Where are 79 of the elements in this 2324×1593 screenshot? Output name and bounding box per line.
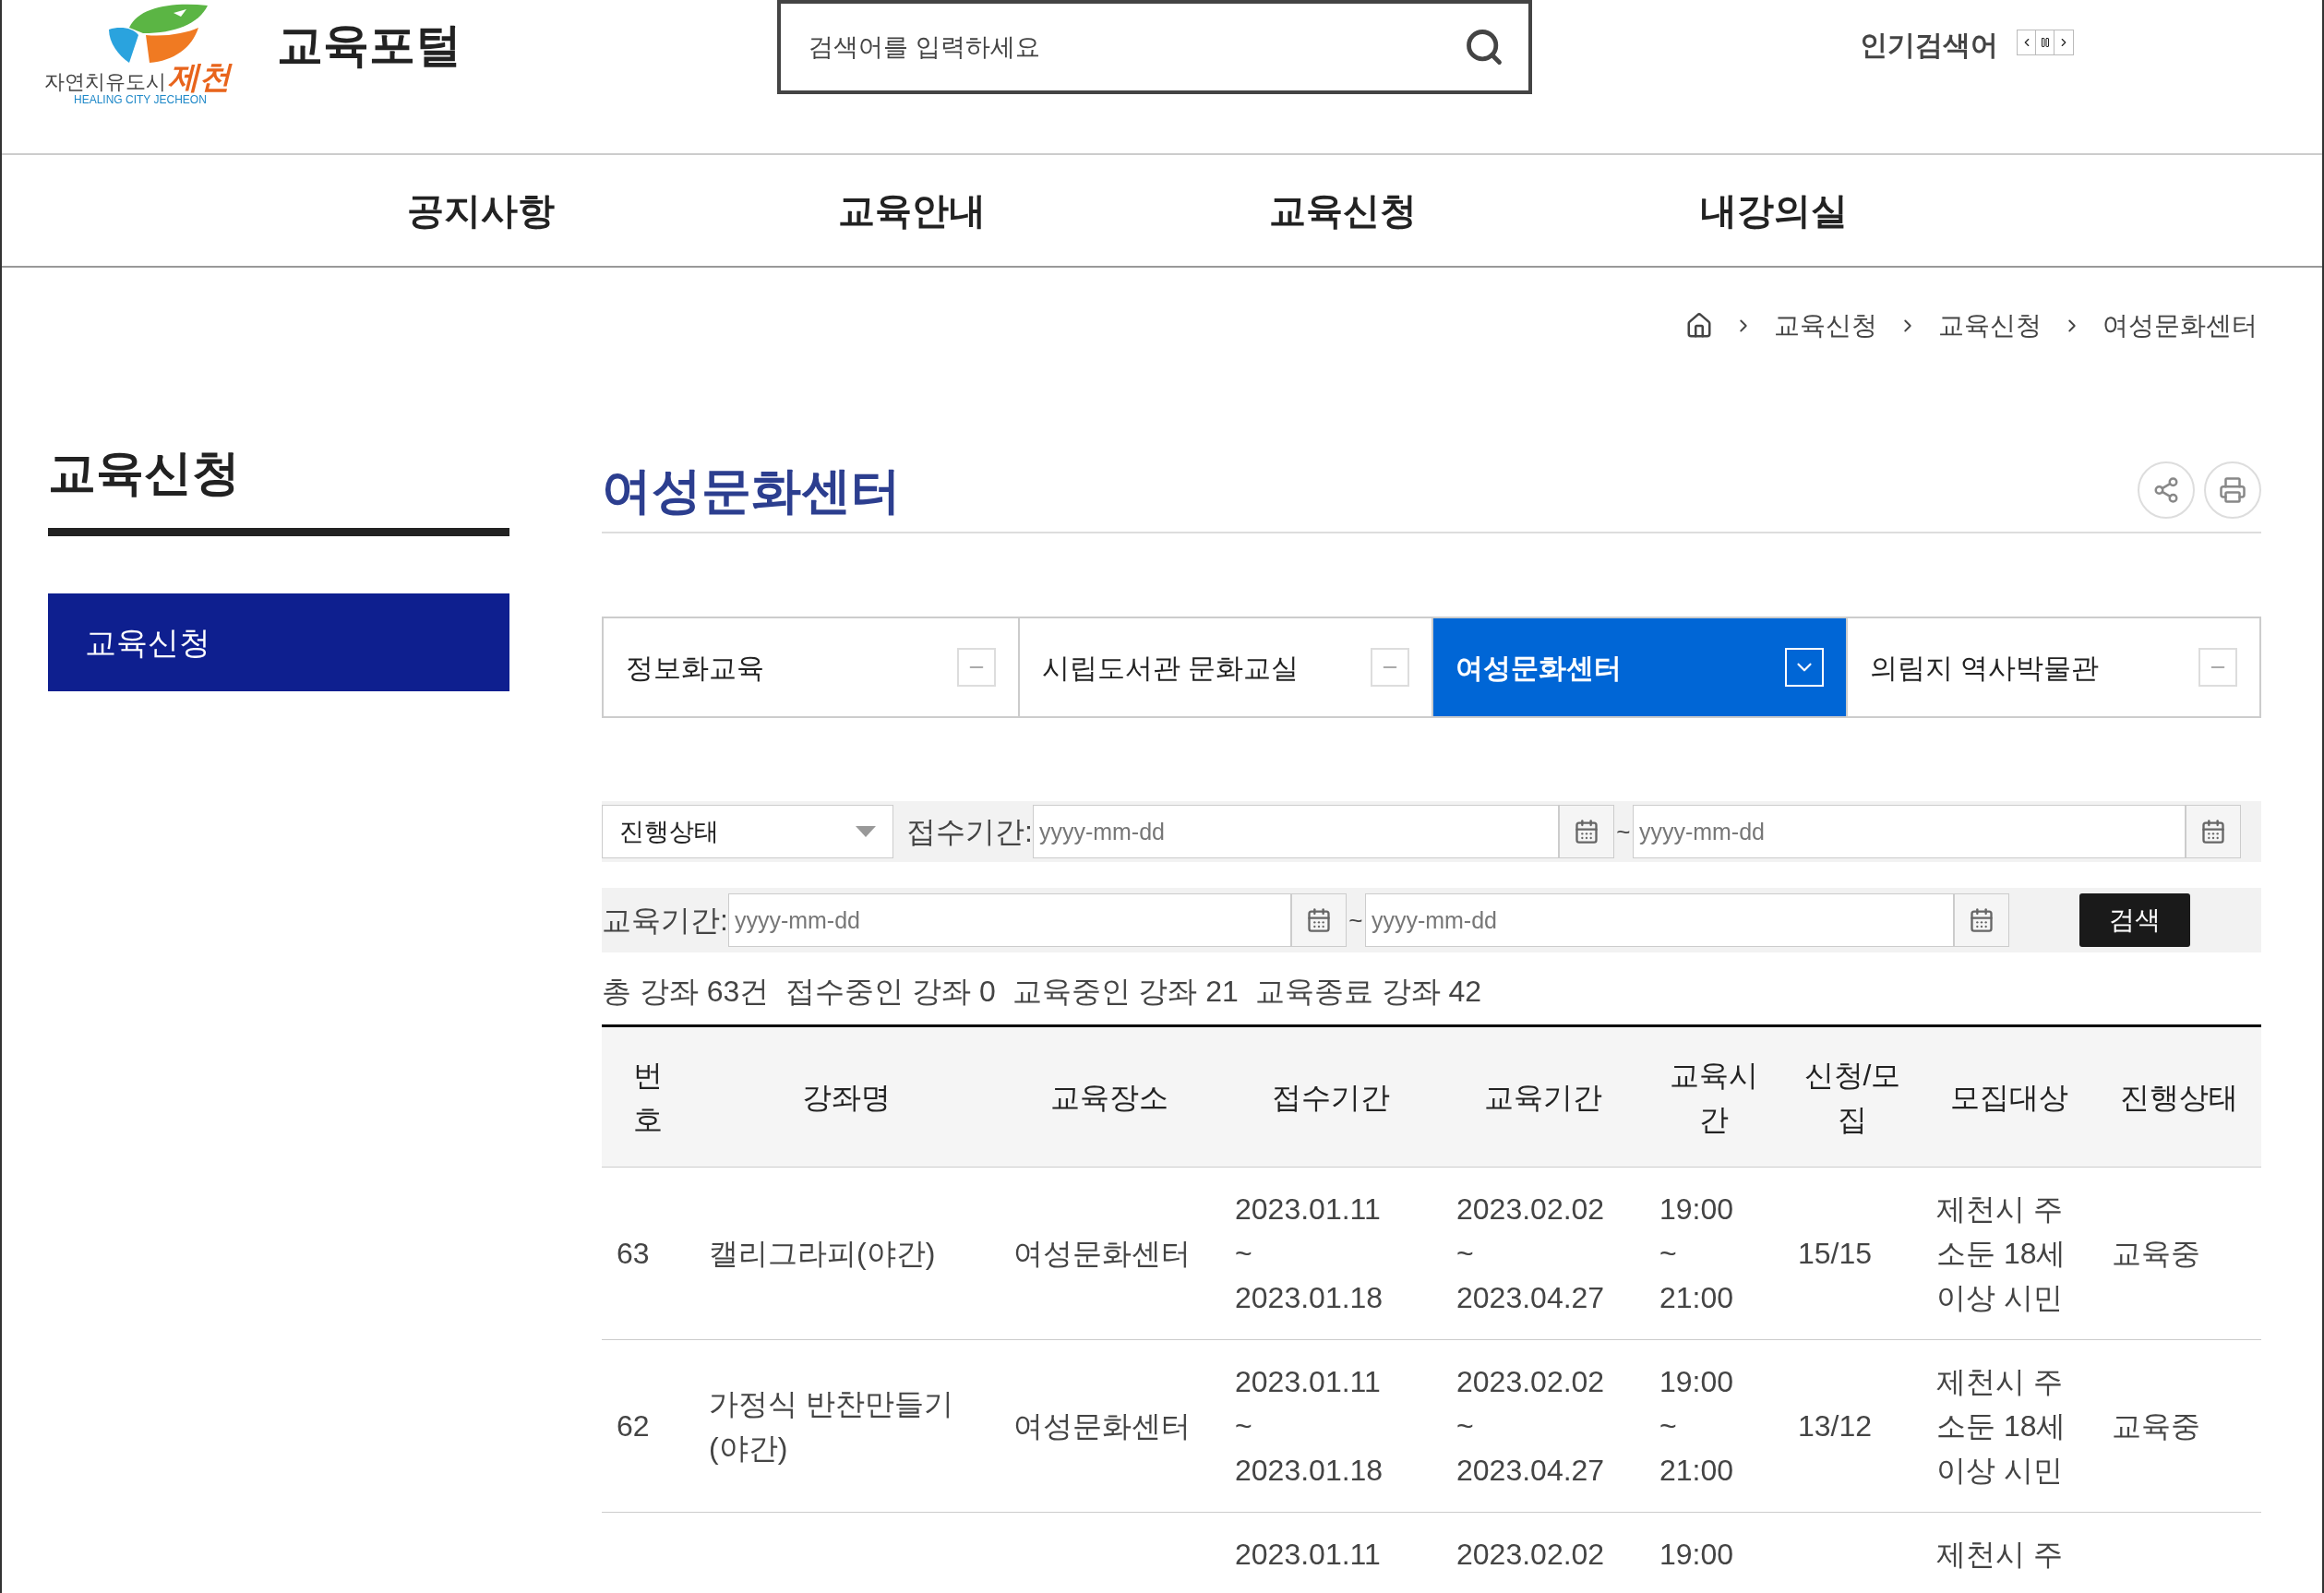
popular-searches-label: 인기검색어 xyxy=(1860,29,1998,62)
course-summary: 총 강좌 63건 접수중인 강좌 0 교육중인 강좌 21 교육종료 강좌 42 xyxy=(602,974,1483,1010)
chevron-down-icon xyxy=(1784,648,1824,687)
column-header: 교육시간 xyxy=(1669,1057,1759,1138)
date-field[interactable]: yyyy-mm-dd xyxy=(1364,893,1954,947)
share-button[interactable] xyxy=(2138,461,2195,519)
column-header: 교육기간 xyxy=(1484,1079,1602,1116)
course-time: 19:00 ~ 21:00 xyxy=(1659,1192,1735,1316)
column-header: 모집대상 xyxy=(1950,1079,2068,1116)
application-period: 2023.01.11 ~ 2023.01.18 xyxy=(1235,1192,1384,1316)
course-time: 19:00 ~ 21:00 xyxy=(1659,1364,1735,1489)
logo-slogan: 자연치유도시 xyxy=(44,72,166,92)
logo-city-name: 제천 xyxy=(168,61,231,92)
home-icon[interactable] xyxy=(1685,312,1713,340)
calendar-button[interactable] xyxy=(1290,893,1347,947)
calendar-icon xyxy=(2199,819,2226,844)
range-separator: ~ xyxy=(1615,816,1632,847)
pause-icon xyxy=(2039,37,2051,48)
column-header: 진행상태 xyxy=(2120,1079,2238,1116)
sidebar-item[interactable]: 교육신청 xyxy=(48,593,509,691)
column-header: 번호 xyxy=(632,1057,664,1138)
tab[interactable]: 여성문화센터 xyxy=(1432,618,1846,716)
dropdown-arrow-icon xyxy=(856,826,876,837)
date-field[interactable]: yyyy-mm-dd xyxy=(1032,805,1559,858)
calendar-button[interactable] xyxy=(1953,893,2009,947)
application-period: 2023.01.11 xyxy=(1235,1537,1382,1573)
search-button[interactable]: 검색 xyxy=(2078,893,2190,947)
logo-subtitle: HEALING CITY JECHEON xyxy=(74,94,207,105)
eligibility: 제천시 주소둔 18세 이상 시민 xyxy=(1936,1192,2067,1316)
minus-icon xyxy=(1371,648,1409,687)
progress-status: 교육중 xyxy=(2112,1408,2200,1444)
calendar-button[interactable] xyxy=(2185,805,2241,858)
calendar-icon xyxy=(1968,907,1995,933)
row-number: 63 xyxy=(617,1236,650,1272)
course-name: 가정식 반찬만들기(야간) xyxy=(709,1386,954,1467)
course-period-label: 교육기간: xyxy=(602,903,728,939)
status-dropdown[interactable]: 진행상태 xyxy=(602,805,893,858)
row-number: 62 xyxy=(617,1408,650,1444)
eligibility: 제천시 주 xyxy=(1936,1537,2064,1573)
progress-status: 교육중 xyxy=(2112,1236,2200,1272)
search-icon[interactable] xyxy=(1464,27,1504,67)
date-field[interactable]: yyyy-mm-dd xyxy=(727,893,1291,947)
course-period: 2023.02.02 xyxy=(1456,1537,1606,1573)
site-title: 교육포털 xyxy=(277,19,461,71)
range-separator: ~ xyxy=(1348,904,1364,936)
print-icon xyxy=(2219,476,2246,504)
application-period: 2023.01.11 ~ 2023.01.18 xyxy=(1235,1364,1384,1489)
course-period: 2023.02.02 ~ 2023.04.27 xyxy=(1456,1364,1606,1489)
course-time: 19:00 xyxy=(1659,1537,1735,1573)
calendar-icon xyxy=(1573,819,1599,844)
nav-link[interactable]: 내강의실 xyxy=(1699,183,1848,238)
calendar-button[interactable] xyxy=(1558,805,1614,858)
nav-link[interactable]: 교육안내 xyxy=(837,183,986,238)
course-period: 2023.02.02 ~ 2023.04.27 xyxy=(1456,1192,1606,1316)
print-button[interactable] xyxy=(2204,461,2261,519)
minus-icon xyxy=(2198,648,2237,687)
breadcrumb-link[interactable]: 교육신청 xyxy=(1938,306,2042,345)
minus-icon xyxy=(956,648,996,687)
nav-link[interactable]: 교육신청 xyxy=(1268,183,1417,238)
calendar-icon xyxy=(1305,907,1332,933)
column-header: 신청/모집 xyxy=(1803,1057,1902,1138)
page-title: 여성문화센터 xyxy=(602,461,901,520)
search-field[interactable]: 검색어를 입력하세요 xyxy=(777,0,1532,94)
venue: 여성문화센터 xyxy=(1013,1236,1191,1272)
application-period-label: 접수기간: xyxy=(906,814,1033,850)
eligibility: 제천시 주소둔 18세 이상 시민 xyxy=(1936,1364,2067,1489)
nav-link[interactable]: 공지사항 xyxy=(406,183,555,238)
column-header: 접수기간 xyxy=(1272,1079,1390,1116)
course-name: 캘리그라피(야간) xyxy=(709,1236,937,1272)
column-header: 교육장소 xyxy=(1050,1079,1168,1116)
venue: 여성문화센터 xyxy=(1013,1408,1191,1444)
column-header: 강좌명 xyxy=(802,1079,891,1116)
enrollment-count: 15/15 xyxy=(1798,1236,1873,1272)
enrollment-count: 13/12 xyxy=(1798,1408,1873,1444)
share-icon xyxy=(2152,476,2180,504)
date-field[interactable]: yyyy-mm-dd xyxy=(1632,805,2186,858)
breadcrumb-link[interactable]: 교육신청 xyxy=(1774,306,1877,345)
breadcrumb-link[interactable]: 여성문화센터 xyxy=(2102,306,2258,345)
sidebar-title: 교육신청 xyxy=(48,445,241,500)
